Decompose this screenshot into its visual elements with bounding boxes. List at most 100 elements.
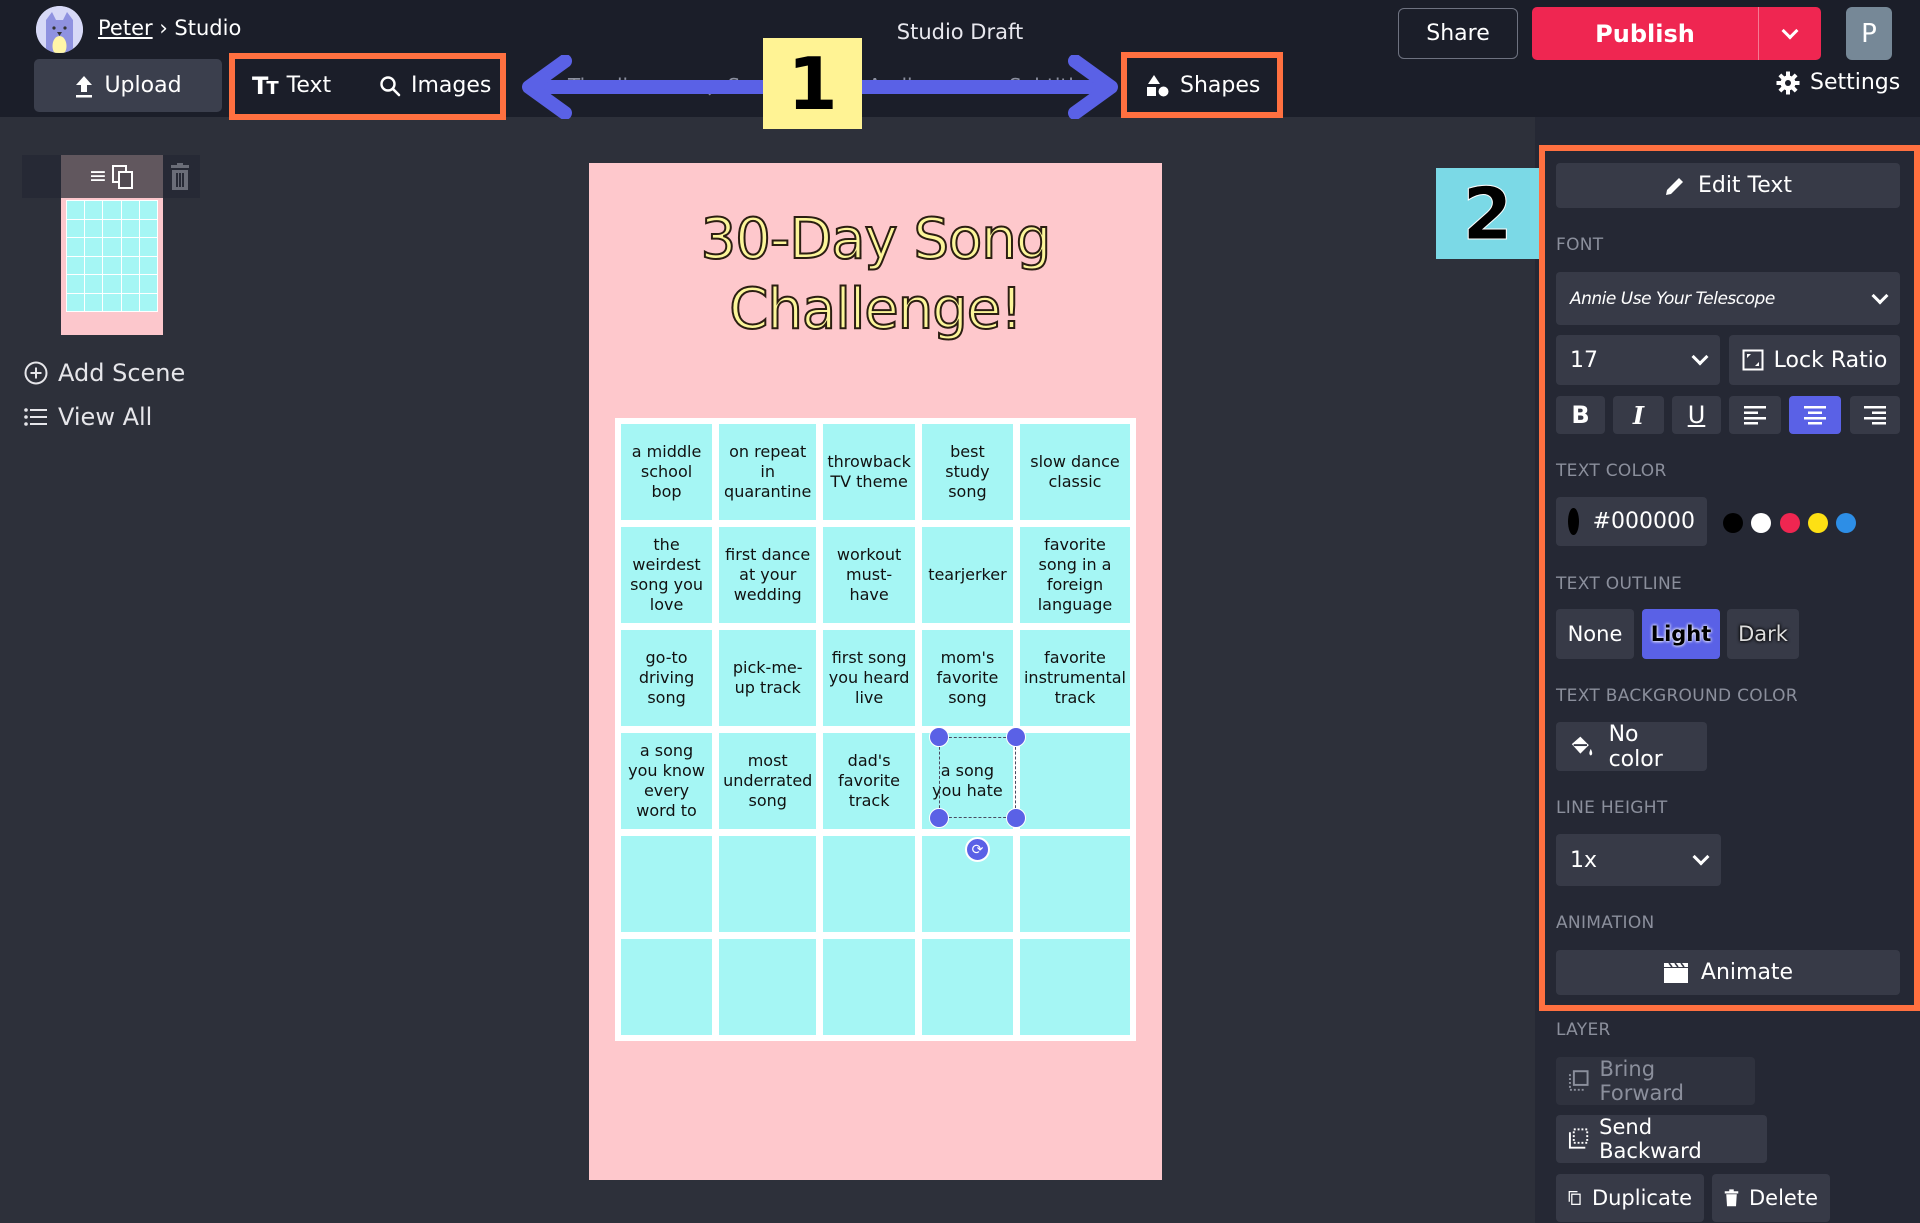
challenge-cell[interactable]: workout must-have <box>823 527 915 623</box>
duplicate-button[interactable]: Duplicate <box>1556 1174 1704 1222</box>
thumbnail-cell <box>139 275 157 293</box>
reorder-icon[interactable]: ≡ <box>89 164 107 189</box>
challenge-cell[interactable]: slow dance classic <box>1019 424 1130 520</box>
challenge-cell[interactable] <box>1019 836 1130 932</box>
resize-handle-bottom-right[interactable] <box>1006 808 1026 828</box>
thumbnail-cell <box>67 293 85 311</box>
challenge-cell[interactable]: first dance at your wedding <box>719 527 817 623</box>
challenge-cell[interactable] <box>719 836 817 932</box>
outline-dark-button[interactable]: Dark <box>1727 609 1799 659</box>
lock-ratio-button[interactable]: Lock Ratio <box>1729 335 1900 385</box>
challenge-cell[interactable] <box>719 939 817 1035</box>
plus-circle-icon <box>24 361 48 385</box>
breadcrumb-current: Studio <box>174 16 242 40</box>
align-center-icon <box>1804 406 1826 425</box>
challenge-cell-text: a song you hate <box>932 761 1003 800</box>
text-color-label: TEXT COLOR <box>1556 461 1667 481</box>
tool-images-label: Images <box>411 73 492 98</box>
delete-scene-icon[interactable] <box>168 163 192 191</box>
bold-button[interactable]: B <box>1556 396 1605 434</box>
challenge-cell[interactable] <box>823 939 915 1035</box>
align-left-button[interactable] <box>1729 396 1781 434</box>
animate-button[interactable]: Animate <box>1556 950 1900 995</box>
resize-handle-top-right[interactable] <box>1006 727 1026 747</box>
edit-text-button[interactable]: Edit Text <box>1556 163 1900 208</box>
share-button[interactable]: Share <box>1398 8 1518 59</box>
challenge-cell[interactable]: throwback TV theme <box>823 424 915 520</box>
challenge-cell[interactable] <box>621 836 713 932</box>
challenge-cell[interactable]: mom's favorite song <box>921 630 1013 726</box>
text-background-value: No color <box>1608 721 1663 772</box>
text-color-picker[interactable]: #000000 <box>1556 497 1707 546</box>
bring-forward-button[interactable]: Bring Forward <box>1556 1057 1755 1105</box>
challenge-cell[interactable] <box>1019 733 1130 829</box>
challenge-cell[interactable] <box>921 939 1013 1035</box>
canvas-title-line-2: Challenge! <box>728 276 1023 343</box>
swatch-white[interactable] <box>1751 513 1771 533</box>
align-center-button[interactable] <box>1789 396 1841 434</box>
challenge-cell[interactable]: favorite instrumental track <box>1019 630 1130 726</box>
line-height-select[interactable]: 1x <box>1556 834 1721 886</box>
delete-button[interactable]: Delete <box>1712 1174 1830 1222</box>
swatch-black[interactable] <box>1723 513 1743 533</box>
text-background-label: TEXT BACKGROUND COLOR <box>1556 686 1798 706</box>
view-all-button[interactable]: View All <box>24 403 152 431</box>
challenge-cell[interactable]: best study song <box>921 424 1013 520</box>
font-select[interactable]: Annie Use Your Telescope <box>1556 272 1900 325</box>
challenge-cell[interactable]: the weirdest song you love <box>621 527 713 623</box>
text-background-button[interactable]: No color <box>1556 721 1707 772</box>
canvas-title[interactable]: 30-Day Song Challenge! <box>589 205 1162 345</box>
thumbnail-cell <box>103 275 121 293</box>
challenge-cell-text: slow dance classic <box>1030 452 1120 491</box>
challenge-cell-text: first song you heard live <box>828 648 910 707</box>
tool-text[interactable]: TT Text <box>252 59 331 112</box>
user-avatar[interactable] <box>36 6 83 53</box>
challenge-cell[interactable]: go-to driving song <box>621 630 713 726</box>
challenge-cell[interactable]: a song you know every word to <box>621 733 713 829</box>
swatch-blue[interactable] <box>1836 513 1856 533</box>
rotate-handle[interactable]: ⟳ <box>965 837 990 862</box>
add-scene-button[interactable]: Add Scene <box>24 359 185 387</box>
resize-handle-bottom-left[interactable] <box>929 808 949 828</box>
font-label: FONT <box>1556 235 1604 255</box>
underline-button[interactable]: U <box>1672 396 1721 434</box>
challenge-cell[interactable]: a middle school bop <box>621 424 713 520</box>
challenge-cell[interactable]: first song you heard live <box>823 630 915 726</box>
challenge-cell[interactable]: favorite song in a foreign language <box>1019 527 1130 623</box>
upload-button[interactable]: Upload <box>34 59 222 112</box>
challenge-cell[interactable] <box>621 939 713 1035</box>
font-size-select[interactable]: 17 <box>1556 335 1720 385</box>
publish-divider <box>1758 7 1759 60</box>
publish-button[interactable]: Publish <box>1532 7 1758 60</box>
challenge-cell[interactable]: pick-me-up track <box>719 630 817 726</box>
publish-options-button[interactable] <box>1759 7 1821 60</box>
thumbnail-cell <box>139 256 157 274</box>
align-right-button[interactable] <box>1850 396 1900 434</box>
italic-button[interactable]: I <box>1613 396 1664 434</box>
settings-button[interactable]: Settings <box>1776 70 1900 95</box>
tool-images[interactable]: Images <box>379 59 491 112</box>
challenge-cell-text: best study song <box>945 442 990 501</box>
user-menu-button[interactable]: P <box>1846 7 1892 60</box>
outline-none-button[interactable]: None <box>1556 609 1634 659</box>
outline-light-button[interactable]: Light <box>1642 609 1720 659</box>
shapes-icon <box>1147 74 1169 96</box>
document-title[interactable]: Studio Draft <box>860 20 1060 44</box>
challenge-cell[interactable]: tearjerker <box>921 527 1013 623</box>
challenge-cell[interactable] <box>1019 939 1130 1035</box>
swatch-yellow[interactable] <box>1808 513 1828 533</box>
duplicate-scene-icon[interactable] <box>111 164 135 190</box>
challenge-cell-text: workout must-have <box>836 545 902 604</box>
challenge-cell[interactable]: most underrated song <box>719 733 817 829</box>
breadcrumb-user-link[interactable]: Peter <box>98 16 153 40</box>
edit-text-label: Edit Text <box>1697 173 1793 198</box>
tool-shapes[interactable]: Shapes <box>1146 59 1260 112</box>
design-canvas[interactable]: 30-Day Song Challenge! a middle school b… <box>589 163 1162 1180</box>
challenge-cell[interactable]: on repeat in quarantine <box>719 424 817 520</box>
search-icon <box>380 75 401 96</box>
challenge-cell[interactable] <box>823 836 915 932</box>
challenge-cell[interactable]: dad's favorite track <box>823 733 915 829</box>
send-backward-button[interactable]: Send Backward <box>1556 1115 1767 1163</box>
resize-handle-top-left[interactable] <box>929 727 949 747</box>
swatch-red[interactable] <box>1780 513 1800 533</box>
